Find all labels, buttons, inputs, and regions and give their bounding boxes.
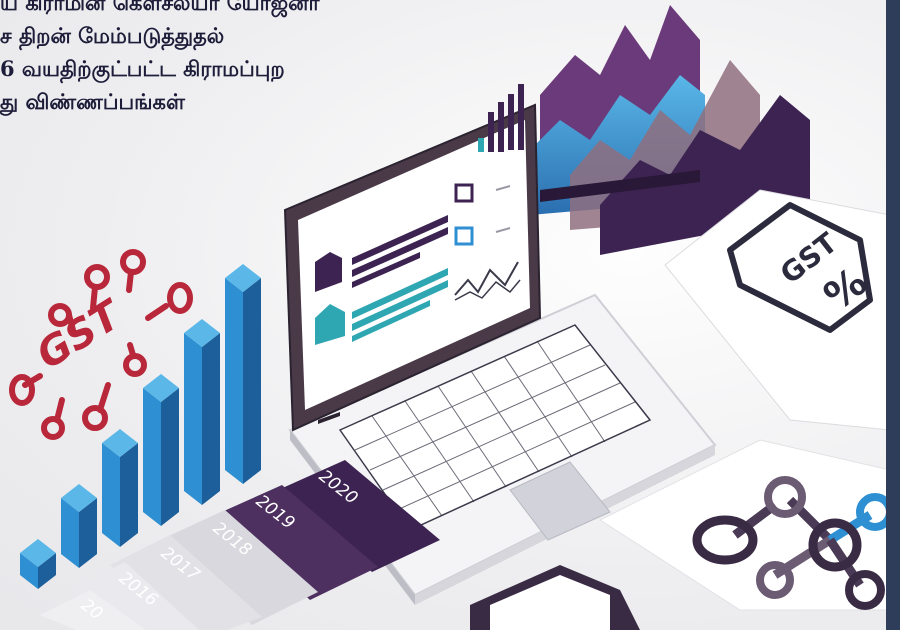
bar-3d (184, 319, 220, 505)
bar-3d (61, 484, 97, 568)
bar-3d (143, 374, 179, 526)
illustration: GST % 2020 2019 2018 2017 2016 20 GST (9, 5, 894, 630)
bar-3d (225, 264, 261, 484)
bar-3d (20, 539, 56, 589)
bar-3d (102, 429, 138, 547)
page-edge-frame (886, 0, 900, 630)
gst-doodle-label: GST (29, 291, 131, 379)
